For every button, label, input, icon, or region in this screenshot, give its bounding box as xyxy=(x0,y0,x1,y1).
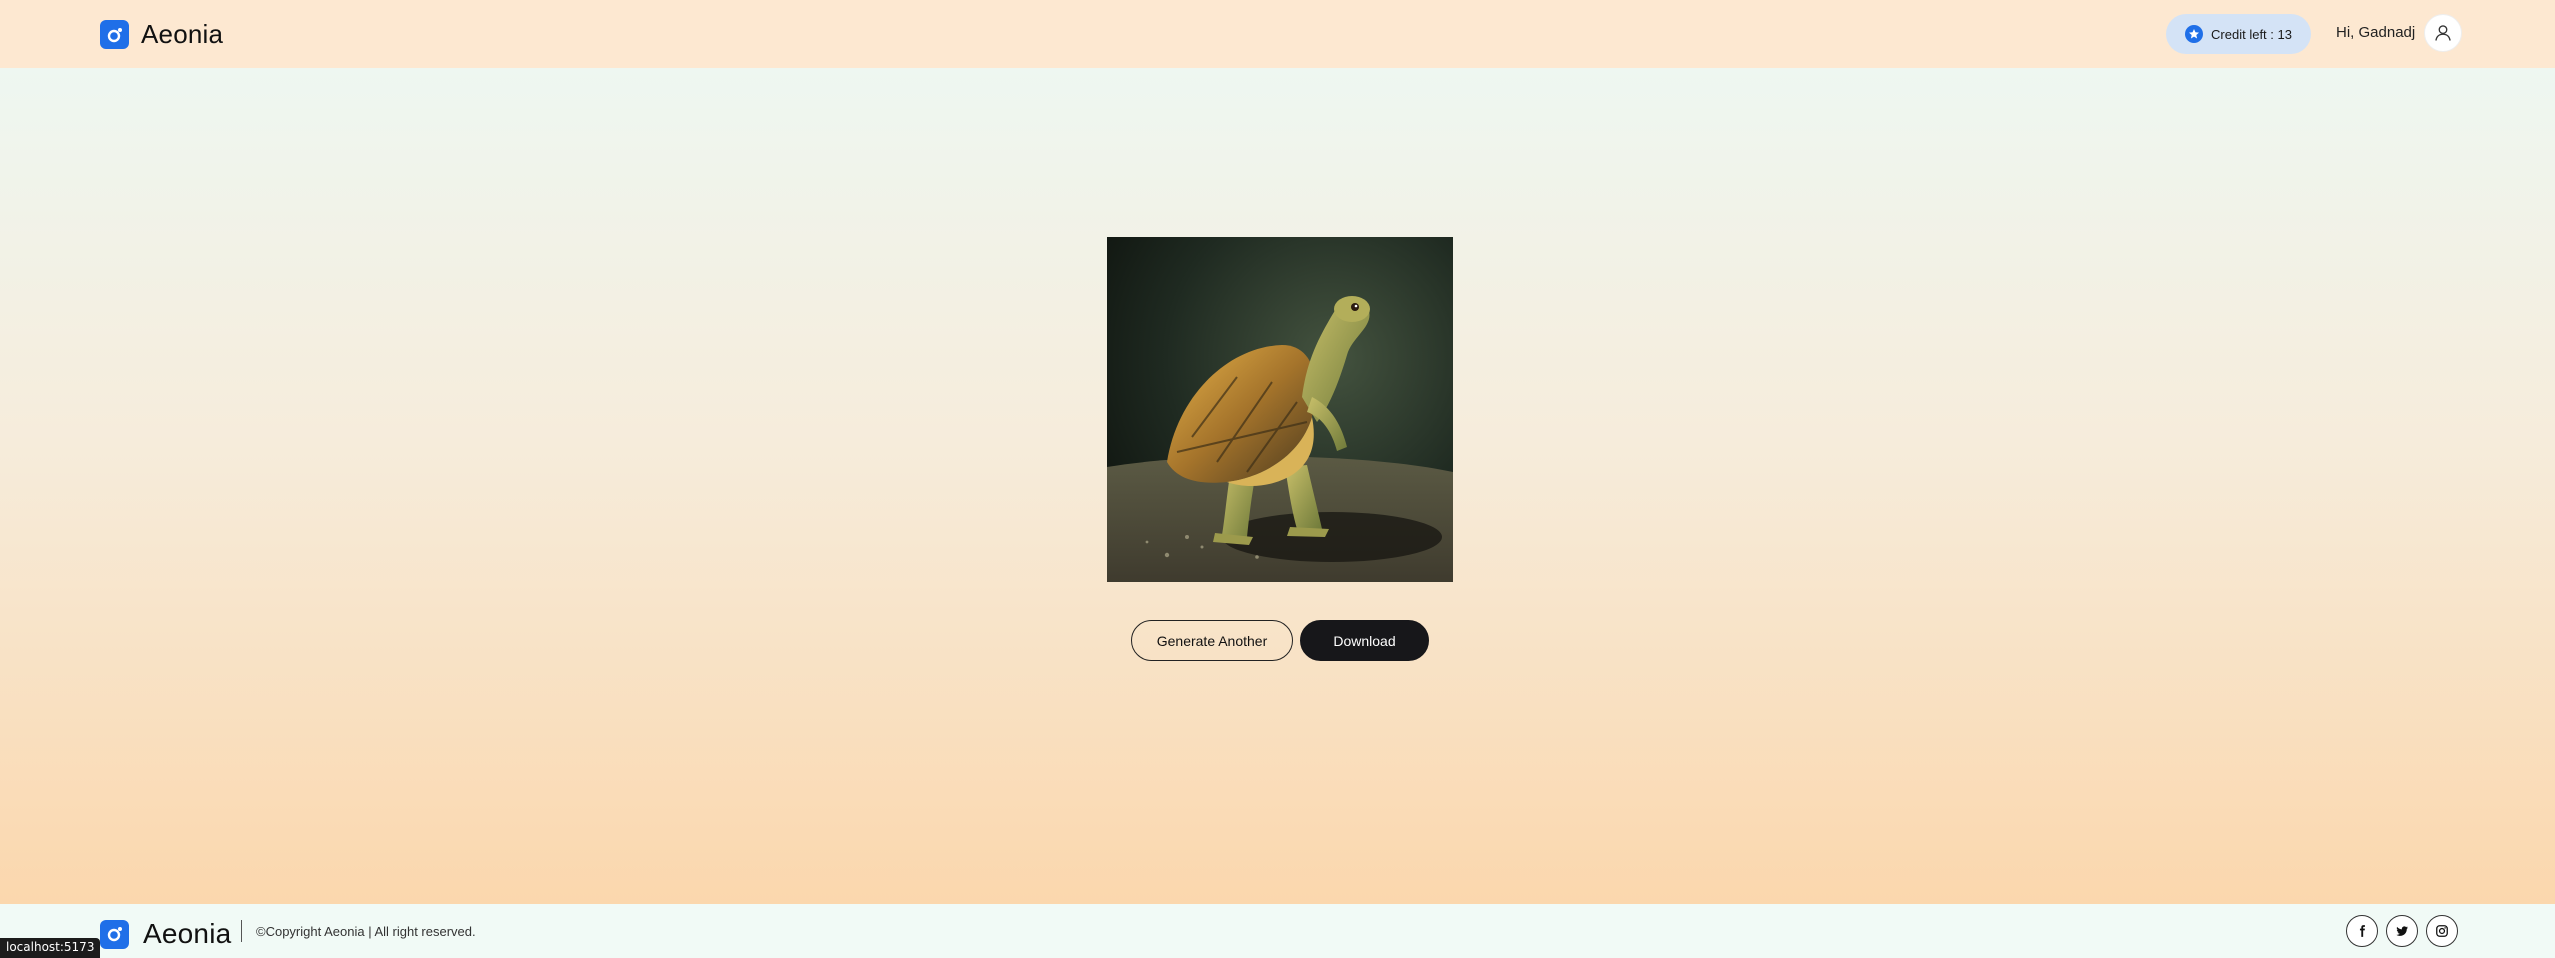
facebook-link[interactable] xyxy=(2346,915,2378,947)
footer-logo[interactable]: Aeonia xyxy=(100,918,231,950)
header-logo[interactable]: Aeonia xyxy=(100,19,224,49)
top-header: Aeonia Credit left : 13 Hi, Gadnadj xyxy=(0,0,2555,68)
instagram-icon xyxy=(2436,925,2448,937)
main-content: Generate Another Download xyxy=(0,68,2555,904)
copyright-text: ©Copyright Aeonia | All right reserved. xyxy=(256,924,476,939)
credit-label: Credit left : 13 xyxy=(2211,26,2292,42)
twitter-icon xyxy=(2396,926,2408,936)
generated-image xyxy=(1107,237,1453,582)
instagram-link[interactable] xyxy=(2426,915,2458,947)
generate-another-button[interactable]: Generate Another xyxy=(1131,620,1293,661)
star-icon xyxy=(2185,25,2204,43)
download-button[interactable]: Download xyxy=(1300,620,1429,661)
credit-badge[interactable]: Credit left : 13 xyxy=(2166,14,2311,54)
status-bar-url: localhost:5173 xyxy=(0,938,101,958)
footer-brand-name: Aeonia xyxy=(143,918,232,949)
user-greeting: Hi, Gadnadj xyxy=(2336,24,2416,41)
turtle-image xyxy=(1107,237,1453,582)
user-icon xyxy=(2435,25,2451,41)
user-avatar[interactable] xyxy=(2424,14,2462,52)
footer-divider xyxy=(241,920,242,942)
facebook-icon xyxy=(2359,925,2365,937)
logo-icon xyxy=(100,20,129,49)
twitter-link[interactable] xyxy=(2386,915,2418,947)
page-footer: Aeonia ©Copyright Aeonia | All right res… xyxy=(0,904,2555,958)
logo-icon xyxy=(100,919,129,949)
brand-name: Aeonia xyxy=(141,19,224,49)
